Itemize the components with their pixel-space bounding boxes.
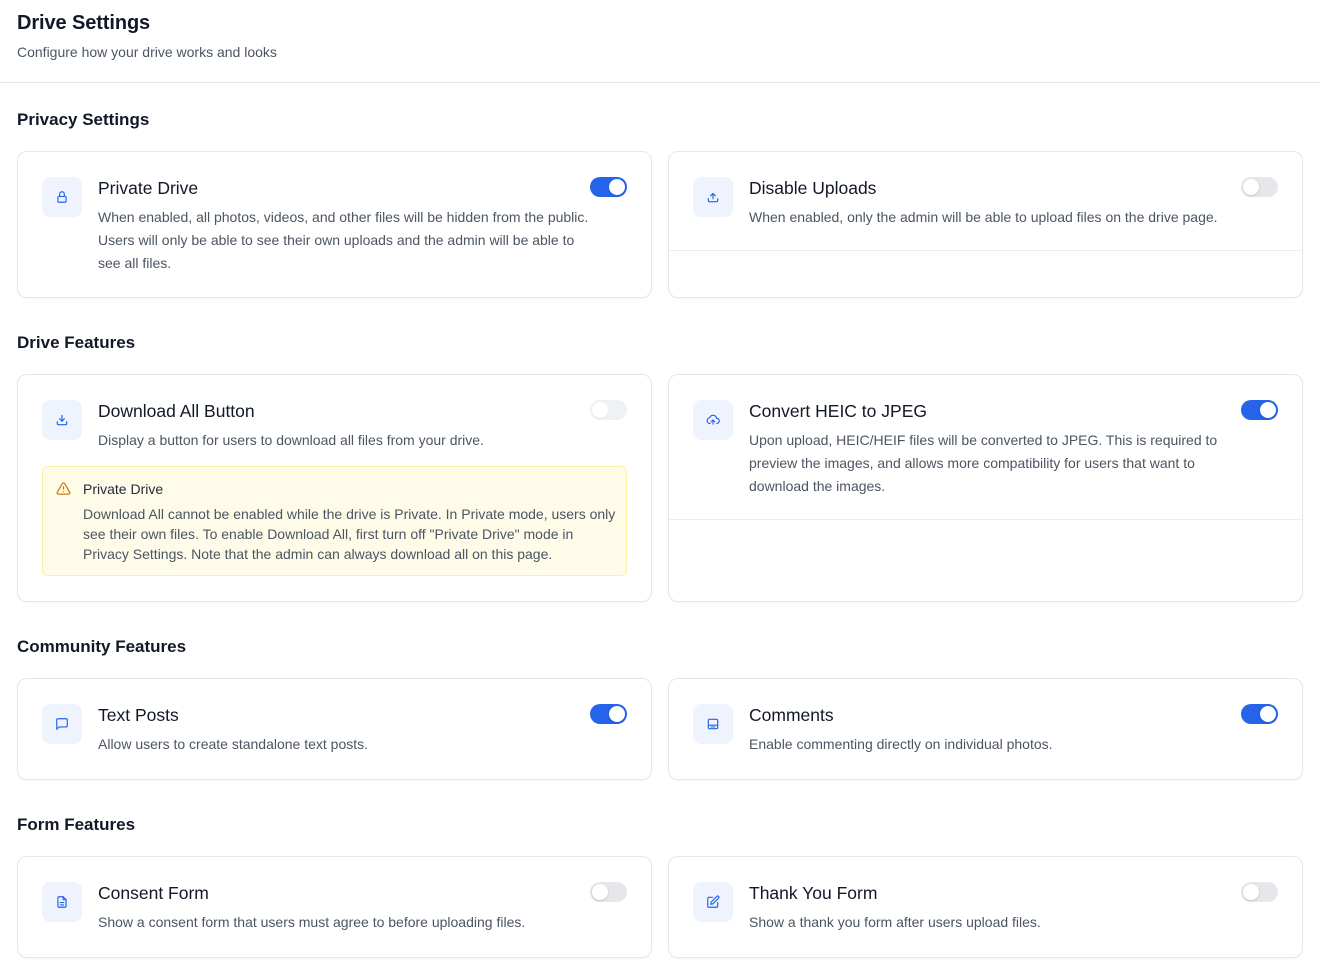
setting-card-thank-you-form: Thank You Form Show a thank you form aft… — [668, 856, 1303, 958]
setting-title: Private Drive — [98, 178, 199, 198]
private-drive-warning: Private Drive Download All cannot be ena… — [42, 466, 627, 576]
comments-toggle[interactable] — [1241, 704, 1278, 724]
setting-card-private-drive: Private Drive When enabled, all photos, … — [17, 151, 652, 298]
convert-heic-toggle[interactable] — [1241, 400, 1278, 420]
setting-card-disable-uploads: Disable Uploads When enabled, only the a… — [668, 151, 1303, 298]
page-subtitle: Configure how your drive works and looks — [17, 44, 277, 60]
section-heading-community: Community Features — [17, 637, 187, 656]
setting-card-text-posts: Text Posts Allow users to create standal… — [17, 678, 652, 780]
private-drive-toggle[interactable] — [590, 177, 627, 197]
page-title: Drive Settings — [17, 12, 151, 34]
cloud-convert-icon — [693, 400, 733, 440]
text-posts-toggle[interactable] — [590, 704, 627, 724]
section-heading-privacy: Privacy Settings — [17, 110, 150, 129]
page-header: Drive Settings Configure how your drive … — [0, 0, 1320, 83]
setting-title: Disable Uploads — [749, 178, 877, 198]
setting-description: Allow users to create standalone text po… — [98, 736, 369, 752]
warning-text: Download All cannot be enabled while the… — [83, 506, 616, 562]
edit-icon — [693, 882, 733, 922]
setting-title: Download All Button — [98, 401, 255, 421]
setting-description: When enabled, only the admin will be abl… — [749, 209, 1218, 225]
download-icon — [42, 400, 82, 440]
setting-title: Thank You Form — [749, 883, 878, 903]
setting-title: Consent Form — [98, 883, 209, 903]
setting-title: Text Posts — [98, 705, 179, 725]
message-square-icon — [42, 704, 82, 744]
warning-title: Private Drive — [83, 481, 164, 497]
setting-card-download-all: Download All Button Display a button for… — [17, 374, 652, 602]
lock-icon — [42, 177, 82, 217]
photo-comment-icon — [693, 704, 733, 744]
setting-card-convert-heic: Convert HEIC to JPEG Upon upload, HEIC/H… — [668, 374, 1303, 602]
setting-description: Display a button for users to download a… — [98, 432, 484, 448]
setting-description: Upon upload, HEIC/HEIF files will be con… — [749, 432, 1218, 494]
consent-form-toggle[interactable] — [590, 882, 627, 902]
card-footer — [669, 519, 1302, 601]
disable-uploads-toggle[interactable] — [1241, 177, 1278, 197]
upload-icon — [693, 177, 733, 217]
setting-title: Convert HEIC to JPEG — [749, 401, 927, 421]
warning-triangle-icon — [56, 481, 71, 496]
setting-description: Enable commenting directly on individual… — [749, 736, 1053, 752]
thank-you-form-toggle[interactable] — [1241, 882, 1278, 902]
setting-description: Show a thank you form after users upload… — [749, 914, 1041, 930]
file-text-icon — [42, 882, 82, 922]
setting-card-comments: Comments Enable commenting directly on i… — [668, 678, 1303, 780]
section-heading-drive-features: Drive Features — [17, 333, 136, 352]
setting-description: Show a consent form that users must agre… — [98, 914, 526, 930]
section-heading-form: Form Features — [17, 815, 136, 834]
setting-description: When enabled, all photos, videos, and ot… — [98, 209, 589, 271]
setting-card-consent-form: Consent Form Show a consent form that us… — [17, 856, 652, 958]
card-footer — [669, 250, 1302, 297]
setting-title: Comments — [749, 705, 834, 725]
download-all-toggle[interactable] — [590, 400, 627, 420]
